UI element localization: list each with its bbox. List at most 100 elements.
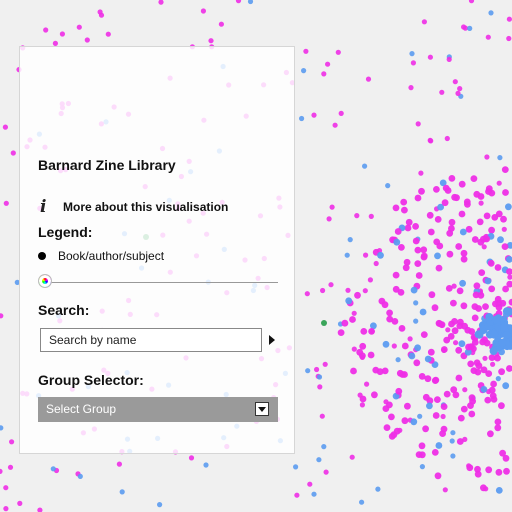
- node[interactable]: [417, 413, 423, 419]
- node[interactable]: [77, 473, 83, 479]
- node[interactable]: [305, 368, 311, 374]
- node[interactable]: [428, 138, 434, 144]
- node[interactable]: [502, 307, 511, 316]
- node[interactable]: [505, 203, 512, 211]
- node[interactable]: [188, 455, 195, 461]
- node[interactable]: [464, 200, 471, 208]
- node[interactable]: [431, 304, 439, 312]
- node[interactable]: [478, 269, 486, 276]
- node[interactable]: [452, 79, 458, 85]
- node[interactable]: [371, 391, 378, 399]
- node[interactable]: [434, 216, 442, 223]
- node[interactable]: [450, 430, 456, 436]
- node[interactable]: [420, 331, 428, 338]
- node[interactable]: [301, 68, 307, 74]
- node[interactable]: [432, 412, 440, 419]
- node[interactable]: [399, 371, 406, 378]
- node[interactable]: [439, 89, 445, 95]
- node[interactable]: [495, 376, 501, 382]
- node[interactable]: [326, 216, 332, 222]
- node[interactable]: [484, 277, 492, 285]
- node[interactable]: [480, 386, 488, 393]
- node[interactable]: [404, 402, 411, 410]
- node[interactable]: [461, 24, 467, 30]
- node[interactable]: [410, 60, 416, 66]
- node[interactable]: [412, 223, 419, 230]
- node[interactable]: [398, 325, 406, 332]
- node[interactable]: [420, 246, 428, 254]
- node[interactable]: [354, 213, 360, 219]
- node[interactable]: [459, 279, 466, 287]
- node[interactable]: [490, 361, 496, 367]
- node[interactable]: [446, 250, 454, 258]
- node[interactable]: [418, 373, 426, 380]
- node[interactable]: [311, 112, 317, 118]
- node[interactable]: [119, 489, 125, 495]
- node[interactable]: [502, 454, 510, 462]
- node[interactable]: [9, 439, 15, 445]
- node[interactable]: [316, 374, 323, 380]
- node[interactable]: [477, 291, 485, 299]
- node[interactable]: [422, 393, 430, 401]
- node[interactable]: [337, 329, 345, 336]
- node[interactable]: [247, 0, 254, 5]
- about-link[interactable]: i More about this visualisation: [40, 197, 228, 217]
- node[interactable]: [303, 48, 309, 54]
- node[interactable]: [441, 199, 449, 207]
- node[interactable]: [391, 343, 397, 349]
- node[interactable]: [448, 225, 455, 232]
- node[interactable]: [307, 481, 313, 487]
- node[interactable]: [359, 352, 366, 360]
- node[interactable]: [457, 414, 465, 422]
- node[interactable]: [418, 442, 426, 450]
- node[interactable]: [431, 377, 439, 384]
- node[interactable]: [448, 218, 456, 226]
- node[interactable]: [473, 282, 481, 290]
- node[interactable]: [470, 367, 478, 374]
- node[interactable]: [497, 236, 504, 244]
- node[interactable]: [490, 380, 497, 388]
- node[interactable]: [442, 487, 448, 493]
- node[interactable]: [341, 319, 349, 327]
- node[interactable]: [401, 417, 409, 425]
- node[interactable]: [465, 225, 473, 233]
- node[interactable]: [415, 121, 421, 127]
- node[interactable]: [498, 368, 505, 376]
- node[interactable]: [456, 287, 464, 295]
- color-slider-track[interactable]: [44, 282, 278, 283]
- node[interactable]: [427, 348, 435, 356]
- node[interactable]: [338, 110, 344, 116]
- node[interactable]: [468, 410, 476, 418]
- node[interactable]: [398, 244, 405, 251]
- node[interactable]: [362, 163, 368, 169]
- node[interactable]: [321, 71, 327, 77]
- node[interactable]: [350, 367, 357, 375]
- node[interactable]: [445, 327, 451, 333]
- node[interactable]: [418, 170, 424, 176]
- node[interactable]: [508, 298, 512, 306]
- node[interactable]: [482, 355, 488, 361]
- node[interactable]: [449, 438, 455, 444]
- node[interactable]: [415, 272, 423, 279]
- node[interactable]: [503, 467, 510, 475]
- node[interactable]: [413, 359, 421, 367]
- node[interactable]: [501, 243, 509, 251]
- node[interactable]: [502, 285, 509, 293]
- node[interactable]: [487, 430, 494, 438]
- node[interactable]: [488, 386, 496, 394]
- node[interactable]: [0, 313, 4, 319]
- node[interactable]: [502, 331, 511, 340]
- node[interactable]: [391, 318, 399, 325]
- node[interactable]: [413, 300, 419, 306]
- node[interactable]: [487, 259, 495, 267]
- node[interactable]: [451, 193, 458, 201]
- node[interactable]: [382, 405, 390, 412]
- node[interactable]: [495, 487, 503, 494]
- node[interactable]: [395, 387, 403, 395]
- node[interactable]: [401, 342, 409, 350]
- node[interactable]: [450, 299, 457, 307]
- node[interactable]: [388, 433, 396, 440]
- node[interactable]: [314, 366, 320, 373]
- node[interactable]: [462, 387, 468, 393]
- node[interactable]: [294, 492, 300, 498]
